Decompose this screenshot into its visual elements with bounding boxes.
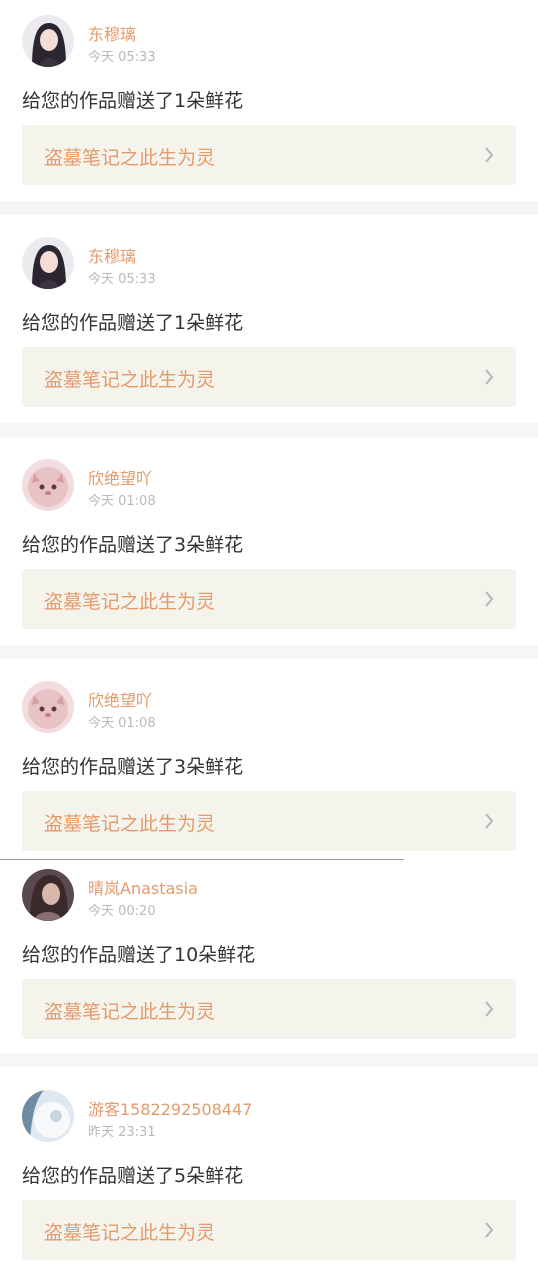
gift-message: 给您的作品赠送了10朵鲜花 xyxy=(22,944,256,966)
user-name[interactable]: 欣绝望吖 xyxy=(88,687,152,711)
work-title: 盗墓笔记之此生为灵 xyxy=(44,1222,216,1244)
timestamp: 今天 00:20 xyxy=(88,904,156,919)
work-title: 盗墓笔记之此生为灵 xyxy=(44,813,216,835)
work-title: 盗墓笔记之此生为灵 xyxy=(44,147,216,169)
card-divider xyxy=(0,1053,538,1067)
user-avatar[interactable] xyxy=(22,459,74,511)
notification-card: 东穆璃 今天 05:33 给您的作品赠送了1朵鲜花 盗墓笔记之此生为灵 xyxy=(0,0,538,201)
card-divider xyxy=(0,201,538,215)
chevron-right-icon xyxy=(485,1222,494,1238)
work-title: 盗墓笔记之此生为灵 xyxy=(44,591,216,613)
chevron-right-icon xyxy=(485,591,494,607)
work-link[interactable]: 盗墓笔记之此生为灵 xyxy=(22,1200,516,1260)
timestamp: 今天 05:33 xyxy=(88,50,156,65)
card-divider xyxy=(0,645,538,659)
chevron-right-icon xyxy=(485,369,494,385)
gift-message: 给您的作品赠送了3朵鲜花 xyxy=(22,756,244,778)
user-avatar[interactable] xyxy=(22,681,74,733)
user-avatar[interactable] xyxy=(22,1090,74,1142)
gift-message: 给您的作品赠送了5朵鲜花 xyxy=(22,1165,244,1187)
avatar-girl-brown-hair-icon xyxy=(22,869,74,921)
gift-message: 给您的作品赠送了3朵鲜花 xyxy=(22,534,244,556)
notification-card: 东穆璃 今天 05:33 给您的作品赠送了1朵鲜花 盗墓笔记之此生为灵 xyxy=(0,215,538,423)
user-avatar[interactable] xyxy=(22,237,74,289)
avatar-girl-dark-hair-icon xyxy=(22,237,74,289)
work-title: 盗墓笔记之此生为灵 xyxy=(44,369,216,391)
user-name[interactable]: 晴岚Anastasia xyxy=(88,875,198,899)
timestamp: 今天 05:33 xyxy=(88,272,156,287)
avatar-blue-white-icon xyxy=(22,1090,74,1142)
user-name[interactable]: 东穆璃 xyxy=(88,243,136,267)
notification-card: 欣绝望吖 今天 01:08 给您的作品赠送了3朵鲜花 盗墓笔记之此生为灵 xyxy=(0,659,538,859)
avatar-pink-cat-icon xyxy=(22,459,74,511)
avatar-girl-dark-hair-icon xyxy=(22,15,74,67)
user-avatar[interactable] xyxy=(22,15,74,67)
chevron-right-icon xyxy=(485,147,494,163)
timestamp: 昨天 23:31 xyxy=(88,1125,156,1140)
card-divider xyxy=(0,423,538,437)
work-title: 盗墓笔记之此生为灵 xyxy=(44,1001,216,1023)
user-name[interactable]: 游客1582292508447 xyxy=(88,1096,252,1120)
user-name[interactable]: 东穆璃 xyxy=(88,21,136,45)
notification-card: 欣绝望吖 今天 01:08 给您的作品赠送了3朵鲜花 盗墓笔记之此生为灵 xyxy=(0,437,538,645)
user-avatar[interactable] xyxy=(22,869,74,921)
timestamp: 今天 01:08 xyxy=(88,494,156,509)
work-link[interactable]: 盗墓笔记之此生为灵 xyxy=(22,569,516,629)
timestamp: 今天 01:08 xyxy=(88,716,156,731)
avatar-pink-cat-icon xyxy=(22,681,74,733)
work-link[interactable]: 盗墓笔记之此生为灵 xyxy=(22,791,516,851)
chevron-right-icon xyxy=(485,1001,494,1017)
work-link[interactable]: 盗墓笔记之此生为灵 xyxy=(22,979,516,1039)
user-name[interactable]: 欣绝望吖 xyxy=(88,465,152,489)
notification-card: 晴岚Anastasia 今天 00:20 给您的作品赠送了10朵鲜花 盗墓笔记之… xyxy=(0,860,538,1053)
work-link[interactable]: 盗墓笔记之此生为灵 xyxy=(22,125,516,185)
work-link[interactable]: 盗墓笔记之此生为灵 xyxy=(22,347,516,407)
chevron-right-icon xyxy=(485,813,494,829)
notification-card: 游客1582292508447 昨天 23:31 给您的作品赠送了5朵鲜花 盗墓… xyxy=(0,1067,538,1280)
gift-message: 给您的作品赠送了1朵鲜花 xyxy=(22,90,244,112)
gift-message: 给您的作品赠送了1朵鲜花 xyxy=(22,312,244,334)
